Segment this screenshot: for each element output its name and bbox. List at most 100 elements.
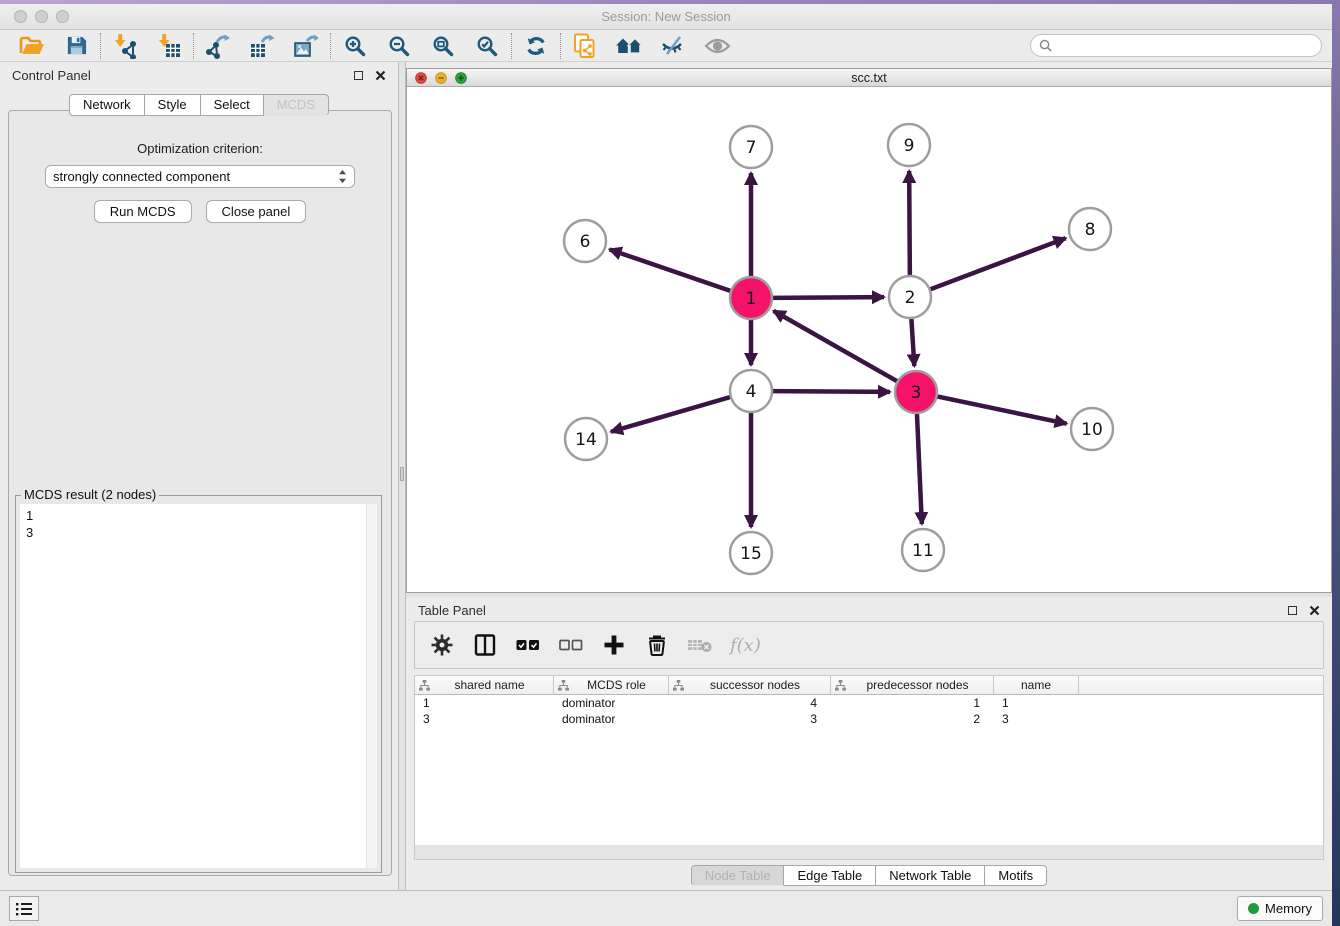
save-icon[interactable] <box>62 32 90 60</box>
graph-node-9[interactable]: 9 <box>888 124 930 166</box>
criterion-dropdown[interactable]: strongly connected component <box>45 165 355 188</box>
network-graph[interactable]: 7 9 6 8 1 2 4 3 14 10 15 11 <box>407 87 1331 592</box>
tab-edge-table[interactable]: Edge Table <box>784 865 876 886</box>
graph-node-3[interactable]: 3 <box>895 371 937 413</box>
graph-edge-4-14[interactable] <box>611 397 731 432</box>
run-mcds-button[interactable]: Run MCDS <box>94 200 192 223</box>
tab-node-table[interactable]: Node Table <box>691 865 785 886</box>
graph-edge-1-6[interactable] <box>610 249 732 291</box>
cell-predecessor-nodes[interactable]: 1 <box>831 696 994 710</box>
close-panel-button[interactable]: Close panel <box>206 200 307 223</box>
svg-text:11: 11 <box>912 541 934 561</box>
graph-node-15[interactable]: 15 <box>730 532 772 574</box>
graph-edge-2-9[interactable] <box>909 171 910 276</box>
export-table-icon[interactable] <box>248 32 276 60</box>
column-header-name[interactable]: name <box>994 676 1079 694</box>
tab-style[interactable]: Style <box>145 94 201 116</box>
mcds-result-area[interactable]: 1 3 <box>20 504 377 868</box>
tab-motifs[interactable]: Motifs <box>985 865 1047 886</box>
splitter-grip[interactable] <box>400 467 404 481</box>
float-panel-icon[interactable] <box>354 71 363 80</box>
tab-select[interactable]: Select <box>201 94 264 116</box>
cell-successor-nodes[interactable]: 3 <box>669 712 831 726</box>
cell-name[interactable]: 1 <box>994 696 1079 710</box>
graph-node-6[interactable]: 6 <box>564 220 606 262</box>
table-horizontal-scrollbar[interactable] <box>414 845 1324 860</box>
status-bar: Memory <box>0 890 1332 926</box>
graph-edge-3-1[interactable] <box>774 311 898 382</box>
graph-node-14[interactable]: 14 <box>565 418 607 460</box>
delete-icon[interactable] <box>644 632 670 658</box>
column-type-icon <box>835 680 846 691</box>
cell-name[interactable]: 3 <box>994 712 1079 726</box>
graph-edge-1-2[interactable] <box>772 297 884 298</box>
close-table-panel-icon[interactable] <box>1309 605 1320 616</box>
control-panel: Control Panel Network Style Select MCDS … <box>0 62 398 890</box>
graph-edge-3-10[interactable] <box>937 396 1067 423</box>
graph-edge-3-11[interactable] <box>917 413 922 524</box>
vertical-splitter[interactable] <box>398 62 406 890</box>
cell-mcds-role[interactable]: dominator <box>554 712 669 726</box>
result-scrollbar[interactable] <box>366 504 377 868</box>
optimization-criterion-label: Optimization criterion: <box>9 141 391 156</box>
zoom-in-icon[interactable] <box>341 32 369 60</box>
copy-network-icon[interactable] <box>571 32 599 60</box>
zoom-fit-icon[interactable] <box>429 32 457 60</box>
cell-shared-name[interactable]: 3 <box>415 712 554 726</box>
export-image-icon[interactable] <box>292 32 320 60</box>
column-header-successor-nodes[interactable]: successor nodes <box>669 676 831 694</box>
column-header-shared-name[interactable]: shared name <box>415 676 554 694</box>
tab-mcds[interactable]: MCDS <box>264 94 329 116</box>
graph-node-8[interactable]: 8 <box>1069 208 1111 250</box>
search-box <box>1030 34 1322 57</box>
zoom-out-icon[interactable] <box>385 32 413 60</box>
select-all-icon[interactable] <box>515 632 541 658</box>
graph-node-2[interactable]: 2 <box>889 276 931 318</box>
cell-mcds-role[interactable]: dominator <box>554 696 669 710</box>
graph-node-1[interactable]: 1 <box>730 277 772 319</box>
main-toolbar <box>0 30 1332 62</box>
deselect-all-icon[interactable] <box>558 632 584 658</box>
open-file-icon[interactable] <box>18 32 46 60</box>
import-network-icon[interactable] <box>111 32 139 60</box>
import-table-icon[interactable] <box>155 32 183 60</box>
memory-button[interactable]: Memory <box>1237 896 1323 921</box>
hide-eye-icon[interactable] <box>659 32 687 60</box>
add-icon[interactable] <box>601 632 627 658</box>
memory-status-dot <box>1248 903 1259 914</box>
graph-edge-2-8[interactable] <box>930 238 1066 289</box>
criterion-value: strongly connected component <box>53 169 338 184</box>
column-selector-icon[interactable] <box>472 632 498 658</box>
svg-text:7: 7 <box>746 138 757 158</box>
tab-network[interactable]: Network <box>69 94 145 116</box>
function-builder-icon[interactable]: f(x) <box>730 635 761 656</box>
export-network-icon[interactable] <box>204 32 232 60</box>
graph-edge-2-3[interactable] <box>911 318 914 366</box>
graph-edge-4-3[interactable] <box>772 391 890 392</box>
show-eye-icon[interactable] <box>703 32 731 60</box>
zoom-selected-icon[interactable] <box>473 32 501 60</box>
cell-predecessor-nodes[interactable]: 2 <box>831 712 994 726</box>
graph-node-7[interactable]: 7 <box>730 126 772 168</box>
memory-label: Memory <box>1265 901 1312 916</box>
tab-network-table[interactable]: Network Table <box>876 865 985 886</box>
float-table-panel-icon[interactable] <box>1288 606 1297 615</box>
search-input[interactable] <box>1057 38 1313 53</box>
column-header-predecessor-nodes[interactable]: predecessor nodes <box>831 676 994 694</box>
settings-gear-icon[interactable] <box>429 632 455 658</box>
delete-table-icon[interactable] <box>687 632 713 658</box>
task-history-button[interactable] <box>9 896 39 921</box>
svg-text:14: 14 <box>575 430 597 450</box>
table-row[interactable]: 3 dominator 3 2 3 <box>415 711 1323 727</box>
network-title: scc.txt <box>407 71 1331 85</box>
graph-node-4[interactable]: 4 <box>730 370 772 412</box>
graph-node-11[interactable]: 11 <box>902 529 944 571</box>
graph-node-10[interactable]: 10 <box>1071 408 1113 450</box>
close-panel-icon[interactable] <box>375 70 386 81</box>
table-row[interactable]: 1 dominator 4 1 1 <box>415 695 1323 711</box>
neighbors-icon[interactable] <box>615 32 643 60</box>
cell-successor-nodes[interactable]: 4 <box>669 696 831 710</box>
refresh-icon[interactable] <box>522 32 550 60</box>
column-header-mcds-role[interactable]: MCDS role <box>554 676 669 694</box>
cell-shared-name[interactable]: 1 <box>415 696 554 710</box>
